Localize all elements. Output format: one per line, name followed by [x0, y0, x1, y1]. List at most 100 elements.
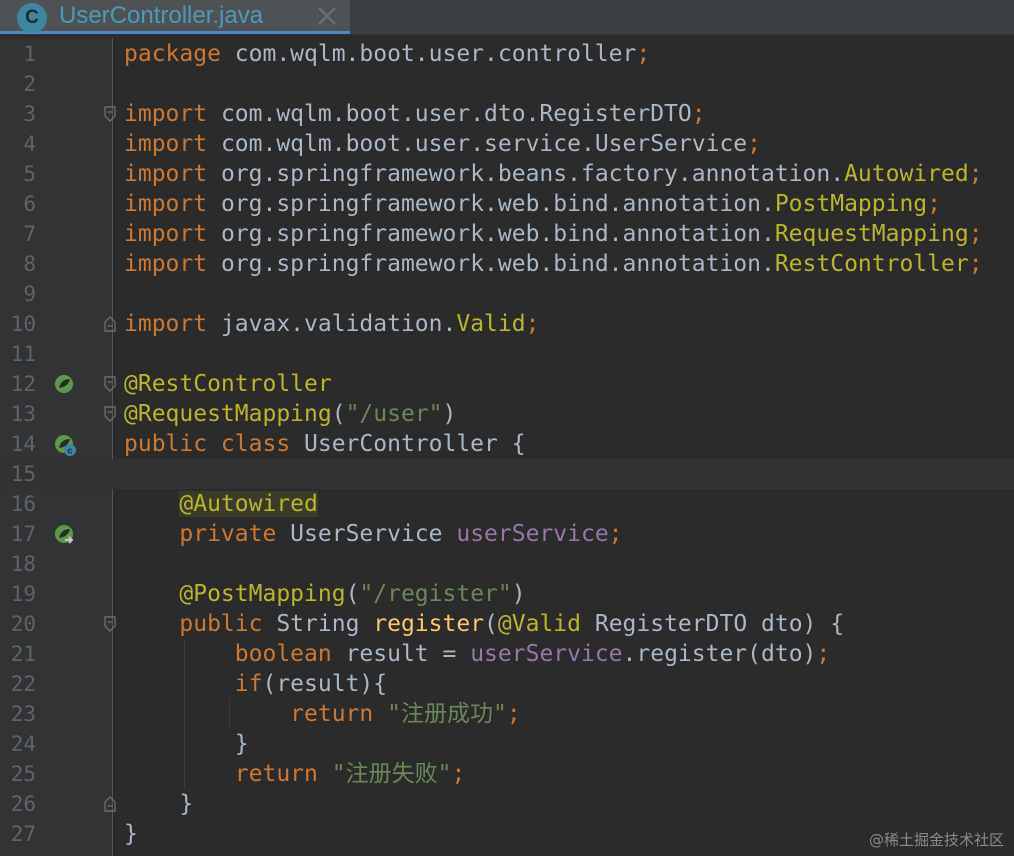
close-icon[interactable]	[314, 3, 340, 29]
code-token: import	[124, 311, 208, 337]
code-token: org.springframework.beans.factory.annota…	[207, 161, 845, 187]
bean-icon[interactable]	[53, 373, 77, 397]
tab-user-controller[interactable]: C UserController.java	[0, 0, 350, 34]
code-text: public class UserController {	[124, 429, 526, 459]
code-token: com.wqlm.boot.user.service.UserService	[207, 131, 748, 157]
line-number: 27	[10, 822, 36, 846]
code-text: }	[124, 789, 193, 819]
code-token: public	[179, 611, 263, 637]
code-line[interactable]: 2	[0, 69, 1014, 99]
code-line[interactable]: 22 if(result){	[0, 669, 1014, 699]
code-token: ;	[636, 41, 651, 67]
code-line[interactable]: 16 @Autowired	[0, 489, 1014, 519]
code-token: com.wqlm.boot.user.dto.RegisterDTO	[207, 101, 692, 127]
code-line[interactable]: 20 public String register(@Valid Registe…	[0, 609, 1014, 639]
code-line[interactable]: 27}	[0, 819, 1014, 849]
fold-marker-icon[interactable]	[103, 616, 117, 632]
line-number: 1	[23, 42, 36, 66]
code-line[interactable]: 3 import com.wqlm.boot.user.dto.RegisterD…	[0, 99, 1014, 129]
code-token: String	[262, 611, 374, 637]
code-token: ;	[968, 221, 983, 247]
code-line[interactable]: 14 c public class UserController {	[0, 429, 1014, 459]
code-text: import org.springframework.web.bind.anno…	[124, 219, 983, 249]
code-token: }	[124, 731, 249, 757]
line-number: 9	[23, 282, 36, 306]
code-token: package	[124, 41, 221, 67]
code-token: @Autowired	[179, 491, 318, 517]
class-bean-icon[interactable]: c	[53, 433, 77, 457]
code-line[interactable]: 19 @PostMapping("/register")	[0, 579, 1014, 609]
code-token: if	[234, 671, 263, 697]
code-text: if(result){	[124, 669, 387, 699]
line-number: 26	[10, 792, 36, 816]
code-line[interactable]: 12 @RestController	[0, 369, 1014, 399]
code-line[interactable]: 4 import com.wqlm.boot.user.service.UserS…	[0, 129, 1014, 159]
line-number: 12	[10, 372, 36, 396]
line-number: 11	[10, 342, 36, 366]
line-number: 5	[23, 162, 36, 186]
watermark: @稀土掘金技术社区	[868, 831, 1004, 849]
code-line[interactable]: 7 import org.springframework.web.bind.ann…	[0, 219, 1014, 249]
line-number: 7	[23, 222, 36, 246]
code-line[interactable]: 18	[0, 549, 1014, 579]
autowired-navigate-icon[interactable]	[53, 523, 77, 547]
code-line[interactable]: 25 return "注册失败";	[0, 759, 1014, 789]
code-line[interactable]: 15	[0, 459, 1014, 489]
code-token: ;	[747, 131, 761, 157]
code-line[interactable]: 23 return "注册成功";	[0, 699, 1014, 729]
code-line[interactable]: 11	[0, 339, 1014, 369]
code-token: userService	[456, 521, 609, 547]
code-token: (	[331, 401, 346, 427]
code-text: }	[124, 729, 249, 759]
code-token: )	[511, 581, 526, 607]
line-number: 8	[23, 252, 36, 276]
fold-marker-icon[interactable]	[103, 406, 117, 422]
code-line[interactable]: 13 @RequestMapping("/user")	[0, 399, 1014, 429]
indent-guide	[229, 699, 230, 729]
code-line[interactable]: 6 import org.springframework.web.bind.ann…	[0, 189, 1014, 219]
code-token: "注册成功"	[387, 701, 507, 727]
code-token: (	[345, 581, 360, 607]
code-line[interactable]: 9	[0, 279, 1014, 309]
line-number: 23	[10, 702, 36, 726]
code-text: import javax.validation.Valid;	[124, 309, 539, 339]
code-text: private UserService userService;	[124, 519, 623, 549]
code-line[interactable]: 5 import org.springframework.beans.factor…	[0, 159, 1014, 189]
code-token: RestController	[774, 251, 969, 277]
code-token: ;	[968, 251, 983, 277]
line-number: 6	[23, 192, 36, 216]
fold-marker-icon[interactable]	[103, 796, 117, 812]
code-line[interactable]: 17 private UserService userService;	[0, 519, 1014, 549]
code-token: PostMapping	[774, 191, 928, 217]
code-line[interactable]: 1 package com.wqlm.boot.user.controller;	[0, 39, 1014, 69]
code-editor[interactable]: 1 package com.wqlm.boot.user.controller; 2…	[0, 38, 1014, 856]
code-line[interactable]: 10 import javax.validation.Valid;	[0, 309, 1014, 339]
code-token: ;	[927, 191, 942, 217]
code-token: ;	[608, 521, 623, 547]
code-line[interactable]: 8 import org.springframework.web.bind.ann…	[0, 249, 1014, 279]
line-number: 17	[10, 522, 36, 546]
fold-marker-icon[interactable]	[103, 376, 117, 392]
fold-marker-icon[interactable]	[103, 106, 117, 122]
code-token: }	[124, 821, 138, 847]
code-text: @Autowired	[124, 489, 318, 519]
code-token: org.springframework.web.bind.annotation.	[207, 191, 775, 217]
code-token: .register(dto)	[622, 641, 817, 667]
fold-marker-icon[interactable]	[103, 316, 117, 332]
code-line[interactable]: 26 }	[0, 789, 1014, 819]
code-token: ;	[525, 311, 540, 337]
code-line[interactable]: 21 boolean result = userService.register…	[0, 639, 1014, 669]
code-token: return	[234, 761, 318, 787]
code-token: @Valid	[497, 611, 581, 637]
code-token: ;	[451, 761, 466, 787]
code-token: public class	[124, 431, 291, 457]
line-number: 20	[10, 612, 36, 636]
java-class-icon: C	[17, 3, 47, 33]
code-token: @PostMapping	[179, 581, 346, 607]
code-token: com.wqlm.boot.user.controller	[220, 41, 637, 67]
code-line[interactable]: 24 }	[0, 729, 1014, 759]
line-number: 4	[23, 132, 36, 156]
